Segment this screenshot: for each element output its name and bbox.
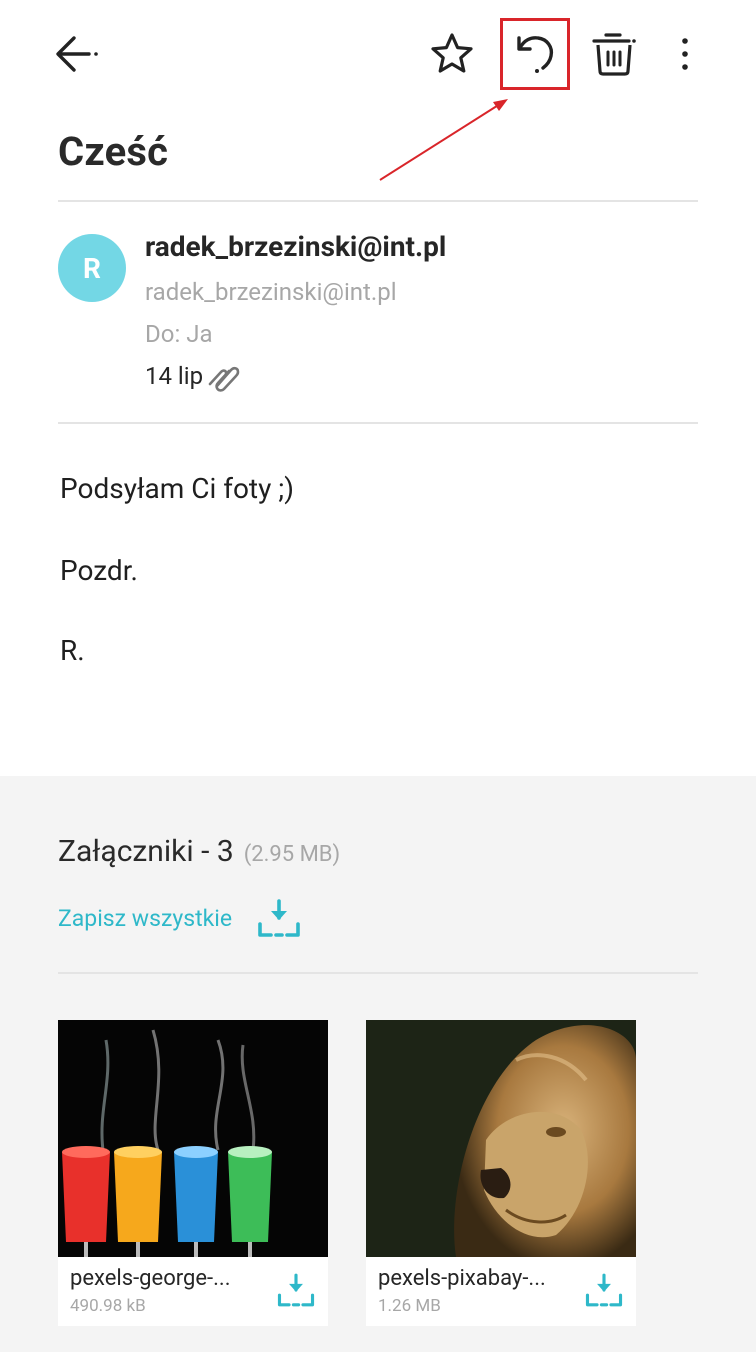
download-icon xyxy=(585,1273,623,1307)
star-icon xyxy=(431,33,473,73)
save-all-button[interactable]: Zapisz wszystkie xyxy=(58,898,302,938)
attachments-title: Załączniki - 3 (2.95 MB) xyxy=(58,834,340,869)
save-all-label: Zapisz wszystkie xyxy=(58,904,233,932)
attachment-file-size: 1.26 MB xyxy=(378,1296,441,1316)
trash-icon xyxy=(592,33,636,76)
lion-image xyxy=(366,1020,636,1257)
divider xyxy=(58,200,698,202)
attachment-download-button[interactable] xyxy=(582,1268,626,1312)
star-button[interactable] xyxy=(424,26,480,82)
attachment-file-name: pexels-george-... xyxy=(70,1266,231,1291)
attachment-thumbnail-drinks[interactable] xyxy=(58,1020,328,1257)
more-options-button[interactable] xyxy=(662,26,708,82)
drinks-image xyxy=(58,1020,328,1257)
recipient-line: Do: Ja xyxy=(145,320,213,348)
sender-email: radek_brzezinski@int.pl xyxy=(145,278,397,306)
reply-button[interactable] xyxy=(500,18,570,90)
download-icon xyxy=(277,1273,315,1307)
attachment-file-name: pexels-pixabay-... xyxy=(378,1266,546,1291)
attachment-file-size: 490.98 kB xyxy=(70,1296,146,1316)
body-line: Podsyłam Ci foty ;) xyxy=(60,472,294,505)
more-vert-icon xyxy=(682,38,688,70)
divider xyxy=(58,972,698,974)
top-toolbar xyxy=(0,0,756,110)
email-date: 14 lip xyxy=(145,362,204,390)
body-line: R. xyxy=(60,634,85,667)
attachment-download-button[interactable] xyxy=(274,1268,318,1312)
date-line: 14 lip xyxy=(145,360,243,392)
divider xyxy=(58,422,698,424)
back-arrow-icon xyxy=(56,36,98,72)
back-button[interactable] xyxy=(46,26,106,82)
attachments-total-size: (2.95 MB) xyxy=(243,842,341,867)
sender-name[interactable]: radek_brzezinski@int.pl xyxy=(145,230,446,263)
sender-avatar[interactable]: R xyxy=(58,234,126,302)
paperclip-icon xyxy=(208,366,240,392)
email-subject: Cześć xyxy=(58,128,169,175)
attachment-thumbnail-lion[interactable] xyxy=(366,1020,636,1257)
reply-icon xyxy=(517,36,554,73)
download-icon xyxy=(258,899,300,937)
attachments-count: Załączniki - 3 xyxy=(58,834,234,869)
body-line: Pozdr. xyxy=(60,554,138,587)
delete-button[interactable] xyxy=(586,26,642,82)
